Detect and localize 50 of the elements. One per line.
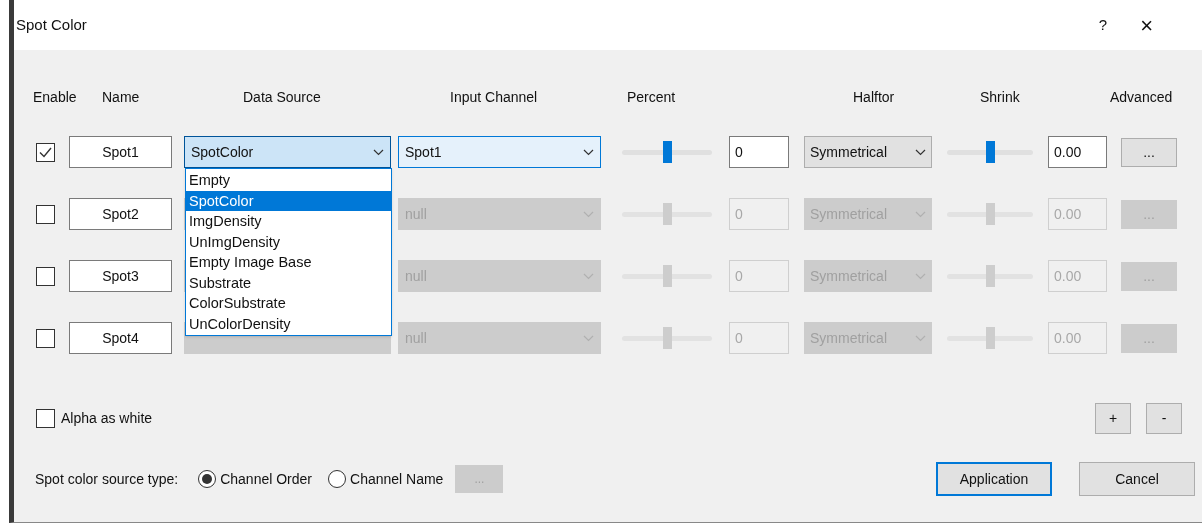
chevron-down-icon (583, 210, 594, 218)
radio-button[interactable] (328, 470, 346, 488)
chevron-down-icon (915, 148, 926, 156)
dropdown-option[interactable]: Empty Image Base (186, 252, 391, 273)
column-header: Halftor (853, 88, 895, 105)
dropdown-option[interactable]: UnImgDensity (186, 231, 391, 252)
source-type-label: Spot color source type: (35, 469, 179, 489)
column-header: Percent (627, 88, 676, 105)
chevron-down-icon (915, 272, 926, 280)
column-header: Enable (33, 88, 77, 105)
enable-checkbox[interactable] (36, 142, 55, 162)
chevron-down-icon (373, 148, 384, 156)
dropdown-option[interactable]: SpotColor (186, 190, 391, 211)
radio-label: Channel Name (350, 469, 444, 489)
radio-label: Channel Order (220, 469, 312, 489)
data-source-dropdown[interactable]: SpotColor (184, 136, 391, 168)
column-header: Name (102, 88, 140, 105)
alpha-checkbox[interactable] (36, 408, 55, 428)
advanced-button[interactable]: ... (1121, 137, 1177, 167)
slider-thumb[interactable] (663, 140, 672, 163)
column-header: Shrink (980, 88, 1020, 105)
chevron-down-icon (583, 148, 594, 156)
slider-thumb[interactable] (986, 140, 995, 163)
checkbox-label: Alpha as white (61, 408, 153, 428)
halftone-dropdown[interactable]: Symmetrical (804, 136, 932, 168)
chevron-down-icon (915, 210, 926, 218)
name-field[interactable]: Spot1 (69, 136, 172, 168)
column-header: Input Channel (450, 88, 538, 105)
help-button[interactable]: ? (1098, 13, 1108, 37)
dialog-button[interactable]: Application (936, 462, 1052, 496)
dropdown-option[interactable]: Empty (186, 170, 391, 191)
checkmark-icon (39, 146, 52, 158)
dropdown-option[interactable]: UnColorDensity (186, 313, 391, 334)
dropdown-option[interactable]: Substrate (186, 272, 391, 293)
close-button[interactable]: × (1140, 8, 1153, 42)
percent-field[interactable]: 0 (729, 136, 789, 168)
input-channel-dropdown[interactable]: Spot1 (398, 136, 601, 168)
dropdown-option[interactable]: ColorSubstrate (186, 293, 391, 314)
add-button[interactable]: + (1095, 402, 1131, 434)
radio-button[interactable] (198, 470, 217, 488)
column-header: Advanced (1110, 88, 1173, 105)
remove-button[interactable]: - (1146, 402, 1182, 434)
dialog-button[interactable]: Cancel (1079, 462, 1195, 496)
column-header: Data Source (243, 88, 321, 105)
dropdown-option[interactable]: ImgDensity (186, 211, 391, 232)
shrink-field[interactable]: 0.00 (1048, 136, 1107, 168)
window-title: Spot Color (16, 14, 87, 35)
chevron-down-icon (583, 334, 594, 342)
chevron-down-icon (583, 272, 594, 280)
chevron-down-icon (915, 334, 926, 342)
